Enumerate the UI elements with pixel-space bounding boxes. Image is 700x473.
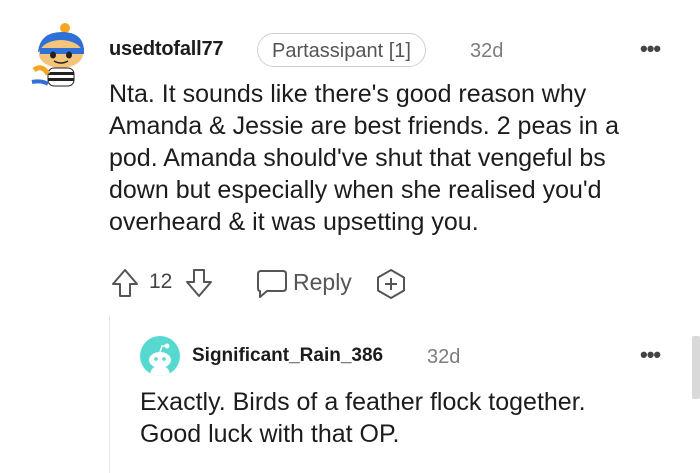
- reply-button-label[interactable]: Reply: [293, 269, 352, 296]
- comment-body-line: Amanda & Jessie are best friends. 2 peas…: [109, 112, 620, 140]
- avatar[interactable]: [30, 22, 92, 90]
- comment-author[interactable]: usedtofall77: [109, 38, 224, 61]
- comment-body-line: pod. Amanda should've shut that vengeful…: [109, 144, 606, 172]
- vote-score: 12: [149, 270, 173, 293]
- comment-body-line: down but especially when she realised yo…: [109, 176, 602, 204]
- award-button[interactable]: [375, 268, 407, 300]
- thread-line[interactable]: [109, 315, 110, 473]
- reply-author[interactable]: Significant_Rain_386: [192, 345, 383, 367]
- user-flair-badge: Partassipant [1]: [257, 33, 426, 67]
- speech-bubble-icon: [257, 270, 287, 298]
- comment-body: Nta. It sounds like there's good reason …: [109, 78, 679, 238]
- snoo-avatar-icon: [31, 23, 84, 87]
- award-plus-icon: [377, 269, 405, 299]
- comment-body-line: overheard & it was upsetting you.: [109, 208, 479, 236]
- comment-action-bar: 12 Reply: [109, 264, 429, 304]
- downvote-arrow-icon: [186, 269, 212, 297]
- comment-body-line: Nta. It sounds like there's good reason …: [109, 80, 587, 108]
- snoo-avatar-icon: [149, 343, 171, 376]
- reply-body-line: Exactly. Birds of a feather flock togeth…: [140, 388, 586, 416]
- reply-body: Exactly. Birds of a feather flock togeth…: [140, 386, 680, 450]
- comment-age: 32d: [470, 40, 504, 62]
- reply-avatar[interactable]: [140, 336, 180, 376]
- upvote-button[interactable]: [109, 266, 141, 300]
- reply-body-line: Good luck with that OP.: [140, 420, 400, 448]
- comment-more-options-button[interactable]: •••: [640, 36, 661, 62]
- scrollbar[interactable]: [692, 336, 700, 399]
- reply-more-options-button[interactable]: •••: [640, 342, 661, 368]
- reply-button[interactable]: [255, 267, 289, 301]
- upvote-arrow-icon: [112, 269, 138, 297]
- reply-age: 32d: [427, 346, 461, 368]
- downvote-button[interactable]: [183, 266, 215, 300]
